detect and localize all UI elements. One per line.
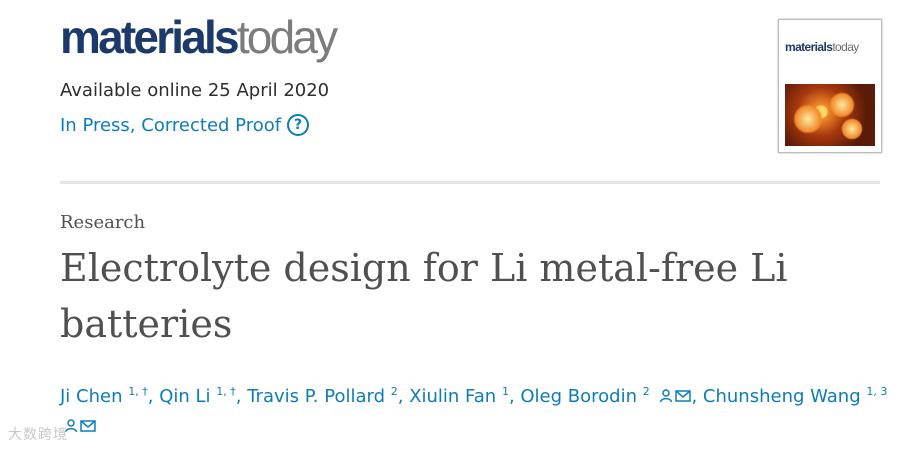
author-link[interactable]: Qin Li 1, †	[159, 386, 236, 407]
header-divider	[60, 181, 880, 184]
logo-part-today: today	[236, 11, 338, 63]
author-link[interactable]: Xiulin Fan 1	[409, 386, 509, 407]
mail-icon	[80, 420, 96, 432]
cover-artwork	[785, 84, 875, 146]
cover-brand: materialstoday	[785, 40, 859, 54]
author-link[interactable]: Oleg Borodin 2	[520, 386, 692, 407]
author-link[interactable]: Travis P. Pollard 2	[247, 386, 398, 407]
availability-date: Available online 25 April 2020	[60, 80, 330, 101]
person-icon	[660, 389, 673, 403]
journal-cover-image[interactable]: materialstoday	[778, 19, 882, 153]
article-status-link[interactable]: In Press, Corrected Proof ?	[60, 114, 310, 136]
author-link[interactable]: Ji Chen 1, †	[60, 386, 148, 407]
author-list: Ji Chen 1, †, Qin Li 1, †, Travis P. Pol…	[60, 382, 890, 442]
watermark: 大数跨境	[8, 427, 68, 443]
article-title: Electrolyte design for Li metal-free Li …	[60, 246, 788, 346]
journal-logo[interactable]: materialstoday	[60, 11, 338, 63]
logo-part-materials: materials	[60, 11, 240, 63]
article-category: Research	[60, 212, 146, 233]
article-status-label: In Press, Corrected Proof	[60, 114, 282, 136]
help-icon[interactable]: ?	[287, 114, 310, 136]
mail-icon	[675, 390, 692, 402]
